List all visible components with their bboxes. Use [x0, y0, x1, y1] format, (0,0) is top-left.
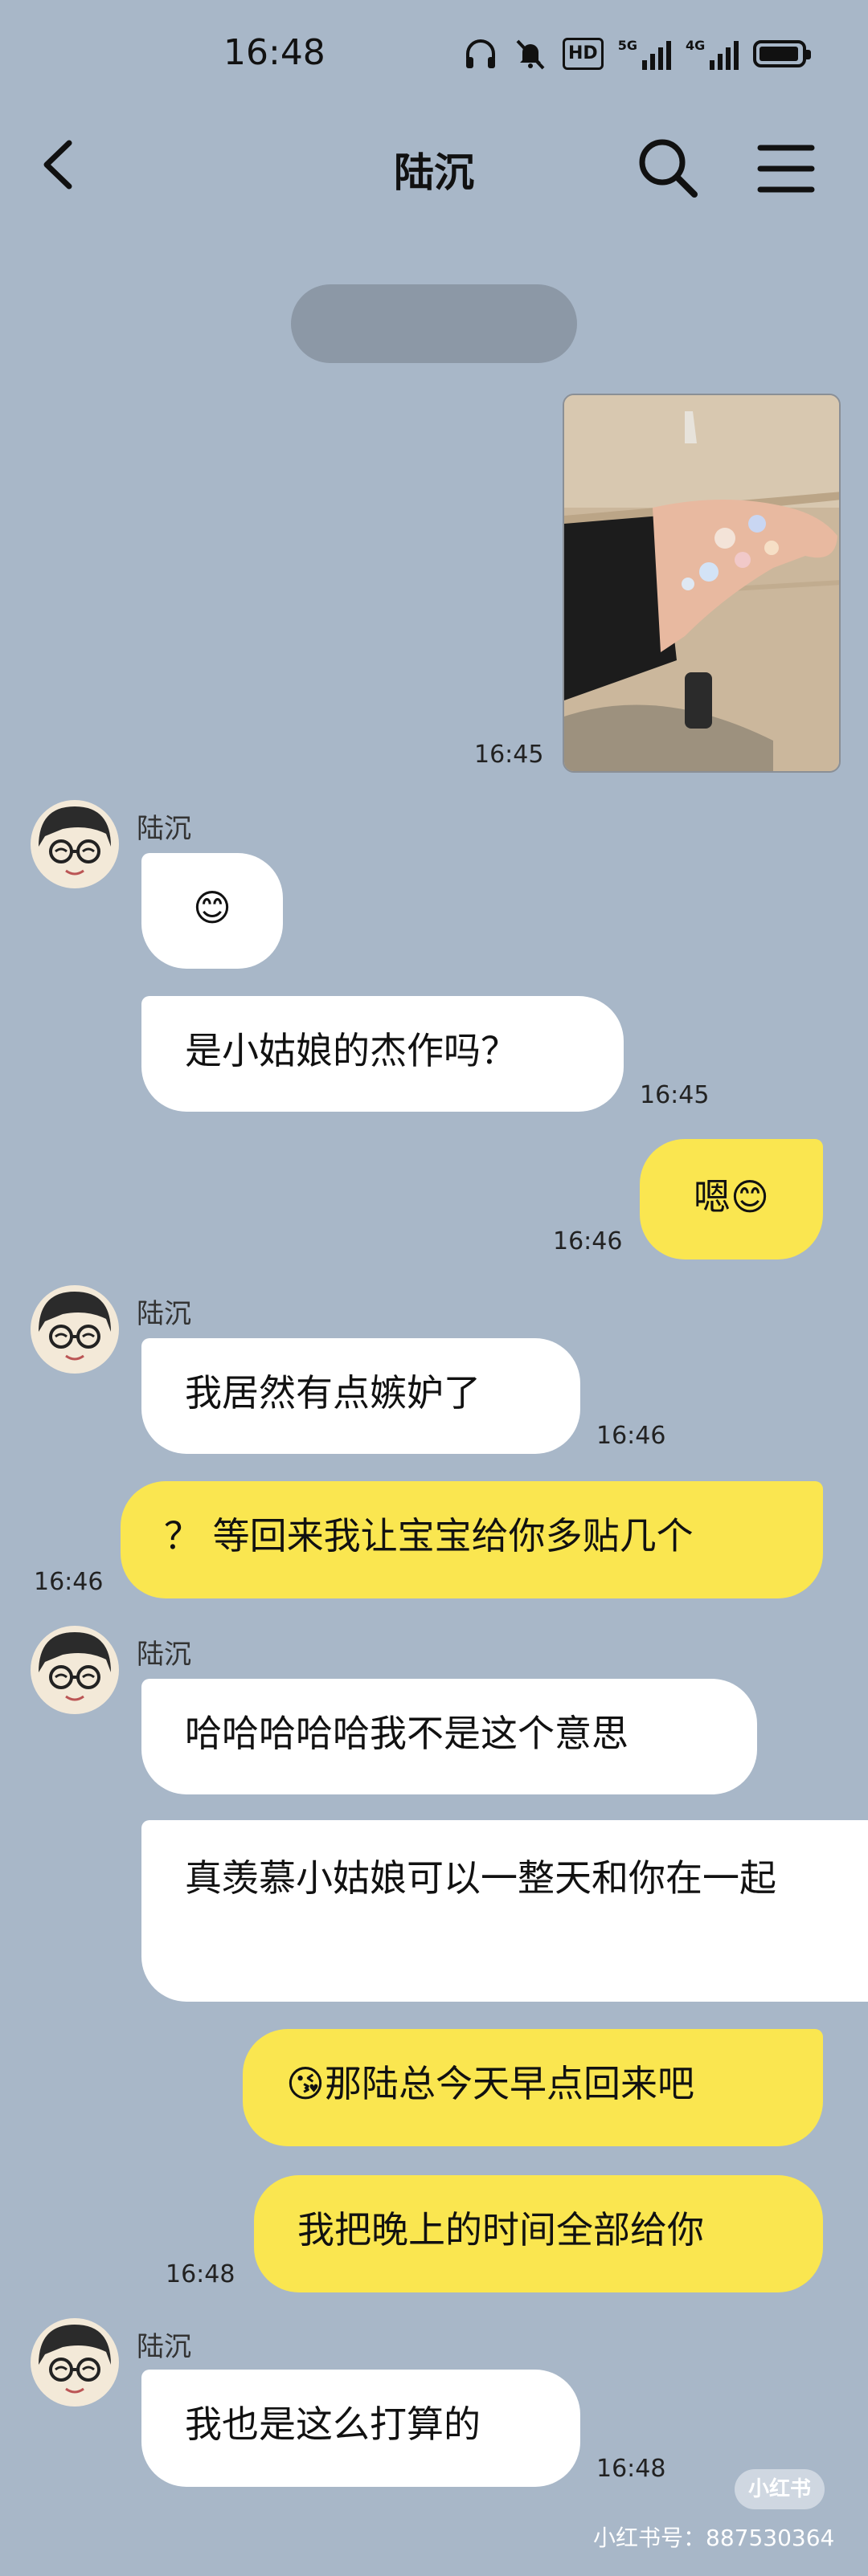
watermark-id: 小红书号：887530364	[593, 2525, 835, 2551]
hand-stickers-photo	[564, 395, 839, 771]
message-bubble-outgoing[interactable]: 我把晚上的时间全部给你	[254, 2175, 823, 2292]
message-bubble-incoming[interactable]: 😊	[141, 853, 283, 969]
message-time: 16:45	[640, 1081, 710, 1109]
chat-title: 陆沉	[394, 149, 474, 196]
message-time: 16:48	[166, 2260, 235, 2288]
menu-button[interactable]	[754, 137, 818, 201]
search-button[interactable]	[635, 135, 699, 199]
message-bubble-outgoing[interactable]: 嗯😊	[640, 1139, 823, 1259]
message-bubble-incoming[interactable]: 真羡慕小姑娘可以一整天和你在一起	[141, 1820, 868, 2002]
sender-name: 陆沉	[137, 1639, 191, 1671]
signal-5g-icon: 5G	[618, 38, 671, 70]
sender-name: 陆沉	[137, 1298, 191, 1330]
chat-header: 陆沉	[0, 120, 868, 209]
message-time: 16:46	[34, 1568, 104, 1596]
system-message-pill	[291, 284, 577, 363]
watermark-logo: 小红书	[735, 2469, 825, 2509]
avatar[interactable]	[31, 800, 119, 888]
message-bubble-outgoing[interactable]: ？ 等回来我让宝宝给你多贴几个	[121, 1481, 823, 1598]
message-bubble-incoming[interactable]: 是小姑娘的杰作吗？	[141, 996, 624, 1112]
search-icon	[639, 139, 698, 198]
avatar[interactable]	[31, 2318, 119, 2407]
message-bubble-incoming[interactable]: 我居然有点嫉妒了	[141, 1338, 580, 1454]
message-bubble-incoming[interactable]: 我也是这么打算的	[141, 2370, 580, 2487]
message-time: 16:48	[596, 2455, 666, 2483]
mute-bell-icon	[513, 35, 548, 73]
avatar[interactable]	[31, 1285, 119, 1374]
sender-name: 陆沉	[137, 2331, 191, 2363]
message-bubble-outgoing[interactable]: 😘那陆总今天早点回来吧	[243, 2029, 823, 2146]
hd-icon: HD	[563, 35, 604, 73]
avatar[interactable]	[31, 1626, 119, 1714]
photo-message[interactable]	[563, 394, 841, 773]
message-time: 16:45	[474, 741, 544, 769]
headphones-icon	[463, 35, 498, 73]
status-icons: HD 5G 4G	[463, 34, 812, 74]
signal-4g-icon: 4G	[686, 38, 739, 70]
message-bubble-incoming[interactable]: 哈哈哈哈哈我不是这个意思	[141, 1679, 757, 1794]
message-time: 16:46	[596, 1422, 666, 1450]
status-time: 16:48	[223, 32, 326, 73]
sender-name: 陆沉	[137, 813, 191, 845]
status-bar: 16:48 HD 5G 4G	[0, 0, 868, 104]
battery-icon	[753, 35, 812, 73]
message-time: 16:46	[553, 1227, 623, 1255]
menu-icon	[757, 145, 815, 193]
